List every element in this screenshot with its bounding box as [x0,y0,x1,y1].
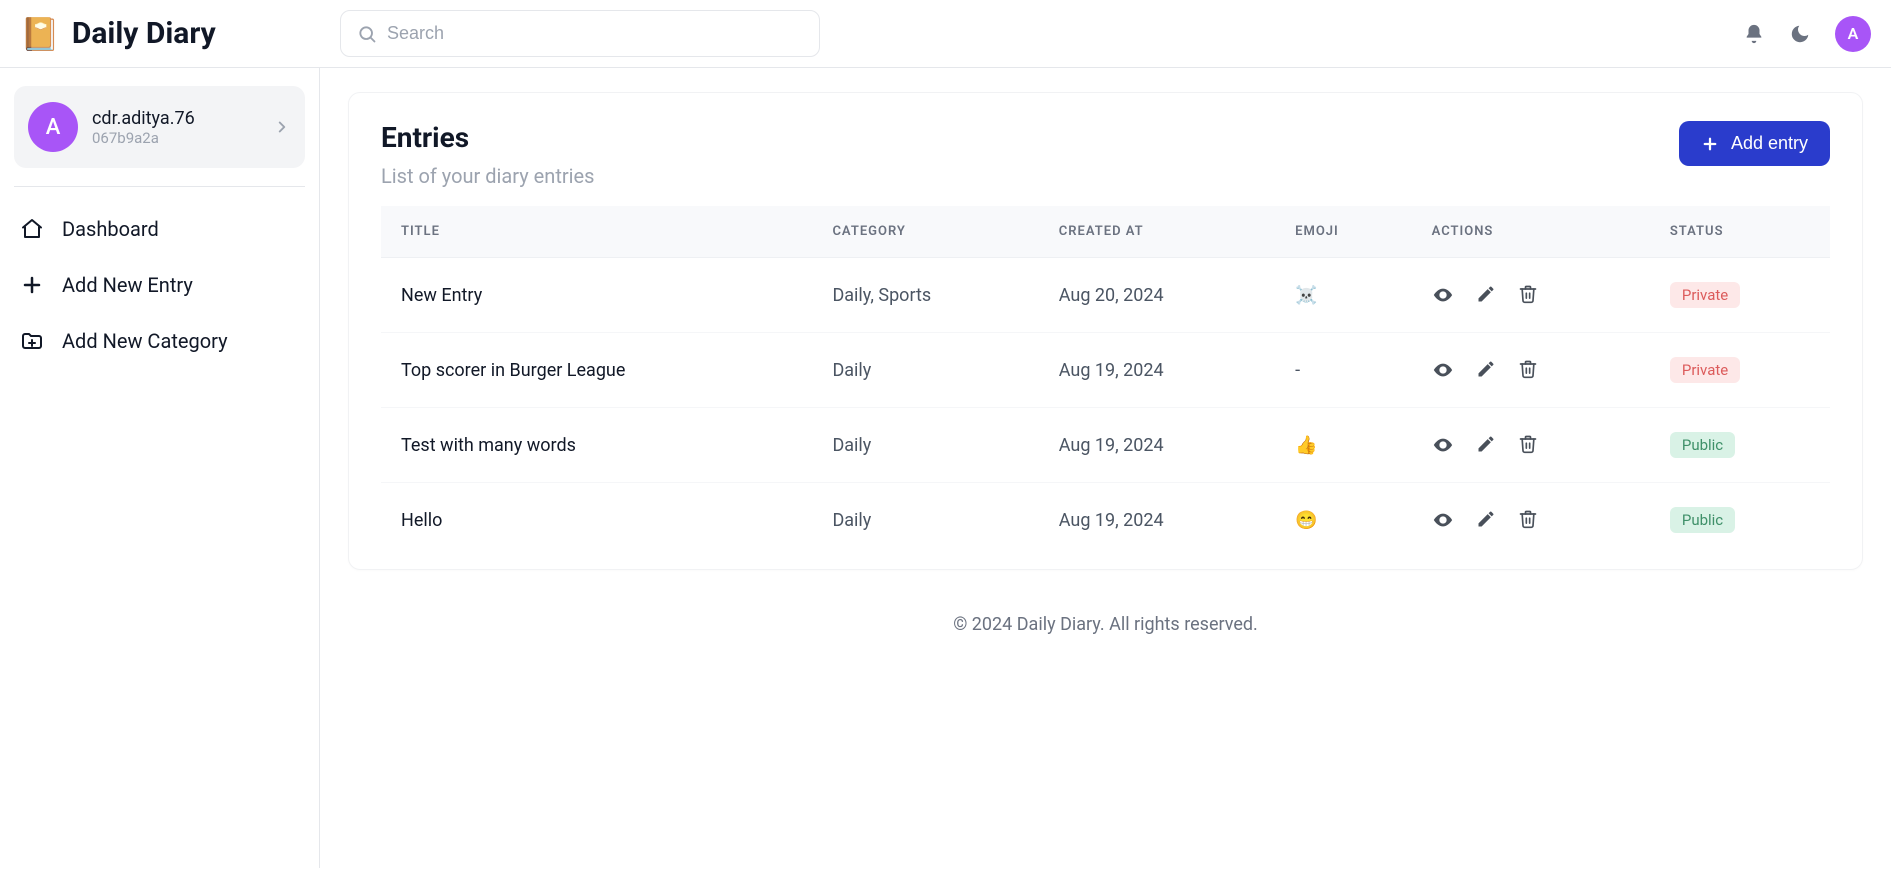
edit-icon[interactable] [1476,509,1496,531]
user-id: 067b9a2a [92,129,259,147]
cell-title: Test with many words [381,408,812,483]
cell-category: Daily [812,408,1038,483]
cell-actions [1412,258,1650,333]
delete-icon[interactable] [1518,509,1538,531]
top-actions: A [1743,16,1871,52]
nav-add-entry[interactable]: Add New Entry [14,261,305,309]
edit-icon[interactable] [1476,434,1496,456]
cell-emoji: - [1275,333,1412,408]
cell-created: Aug 19, 2024 [1039,483,1275,558]
nav-add-category-label: Add New Category [62,329,228,353]
cell-emoji: ☠️ [1275,258,1412,333]
home-icon [20,217,44,241]
col-status: STATUS [1650,206,1830,258]
col-created: CREATED AT [1039,206,1275,258]
nav-add-category[interactable]: Add New Category [14,317,305,365]
delete-icon[interactable] [1518,284,1538,306]
col-actions: ACTIONS [1412,206,1650,258]
plus-icon [20,273,44,297]
nav-list: Dashboard Add New Entry Add New Category [14,205,305,365]
status-badge: Public [1670,432,1735,458]
cell-created: Aug 19, 2024 [1039,333,1275,408]
delete-icon[interactable] [1518,359,1538,381]
sidebar-divider [14,186,305,187]
nav-dashboard[interactable]: Dashboard [14,205,305,253]
cell-created: Aug 19, 2024 [1039,408,1275,483]
cell-emoji: 👍 [1275,408,1412,483]
search-container [340,10,820,57]
cell-status: Private [1650,333,1830,408]
col-category: CATEGORY [812,206,1038,258]
table-row: Test with many wordsDailyAug 19, 2024👍 Pu… [381,408,1830,483]
user-name: cdr.aditya.76 [92,108,259,129]
dark-mode-icon[interactable] [1789,23,1811,45]
add-entry-label: Add entry [1731,133,1808,154]
table-row: HelloDailyAug 19, 2024😁 Public [381,483,1830,558]
cell-title: New Entry [381,258,812,333]
cell-title: Top scorer in Burger League [381,333,812,408]
avatar[interactable]: A [1835,16,1871,52]
card-header: Entries List of your diary entries Add e… [381,121,1830,188]
status-badge: Public [1670,507,1735,533]
chevron-right-icon [273,118,291,136]
entries-card: Entries List of your diary entries Add e… [348,92,1863,570]
search-box[interactable] [340,10,820,57]
edit-icon[interactable] [1476,359,1496,381]
cell-status: Private [1650,258,1830,333]
delete-icon[interactable] [1518,434,1538,456]
col-title: TITLE [381,206,812,258]
cell-emoji: 😁 [1275,483,1412,558]
nav-add-entry-label: Add New Entry [62,273,193,297]
user-avatar: A [28,102,78,152]
search-input[interactable] [387,23,803,44]
cell-actions [1412,333,1650,408]
status-badge: Private [1670,357,1740,383]
notifications-icon[interactable] [1743,23,1765,45]
user-card[interactable]: A cdr.aditya.76 067b9a2a [14,86,305,168]
search-icon [357,24,377,44]
folder-plus-icon [20,329,44,353]
cell-category: Daily, Sports [812,258,1038,333]
avatar-initial: A [1848,24,1859,43]
status-badge: Private [1670,282,1740,308]
add-entry-button[interactable]: Add entry [1679,121,1830,166]
table-row: Top scorer in Burger LeagueDailyAug 19, … [381,333,1830,408]
view-icon[interactable] [1432,359,1454,381]
brand-icon: 📔 [20,15,60,53]
topbar: 📔 Daily Diary A [0,0,1891,68]
sidebar: A cdr.aditya.76 067b9a2a Dashboard [0,68,320,868]
nav-dashboard-label: Dashboard [62,217,159,241]
brand[interactable]: 📔 Daily Diary [20,15,320,53]
cell-category: Daily [812,333,1038,408]
edit-icon[interactable] [1476,284,1496,306]
brand-title: Daily Diary [72,16,216,51]
plus-icon [1701,135,1719,153]
view-icon[interactable] [1432,284,1454,306]
table-row: New EntryDaily, SportsAug 20, 2024☠️ Priv… [381,258,1830,333]
cell-status: Public [1650,483,1830,558]
cell-actions [1412,408,1650,483]
col-emoji: EMOJI [1275,206,1412,258]
view-icon[interactable] [1432,434,1454,456]
user-avatar-initial: A [46,115,61,140]
main: Entries List of your diary entries Add e… [320,68,1891,868]
view-icon[interactable] [1432,509,1454,531]
page-title: Entries [381,121,594,154]
cell-category: Daily [812,483,1038,558]
cell-status: Public [1650,408,1830,483]
cell-created: Aug 20, 2024 [1039,258,1275,333]
cell-title: Hello [381,483,812,558]
user-info: cdr.aditya.76 067b9a2a [92,108,259,147]
footer: © 2024 Daily Diary. All rights reserved. [348,570,1863,655]
cell-actions [1412,483,1650,558]
entries-table: TITLE CATEGORY CREATED AT EMOJI ACTIONS … [381,206,1830,557]
page-subtitle: List of your diary entries [381,164,594,188]
